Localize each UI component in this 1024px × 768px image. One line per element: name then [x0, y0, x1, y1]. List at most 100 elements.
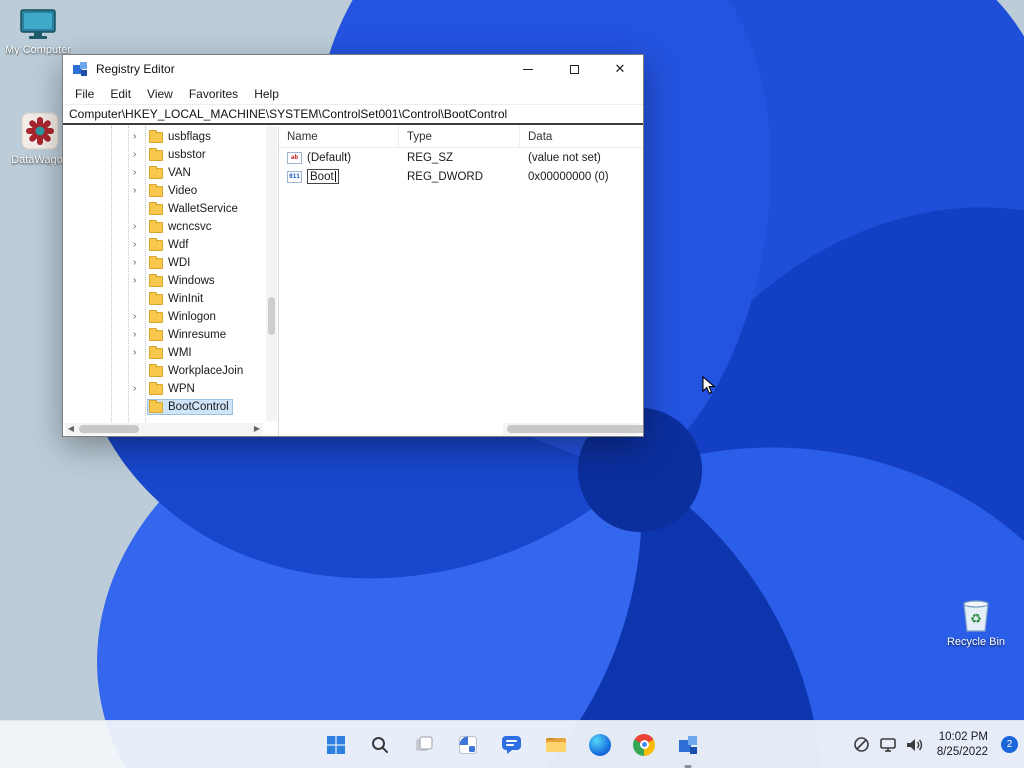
edge-button[interactable]: [580, 725, 620, 765]
tree-item-label: BootControl: [168, 401, 229, 413]
menu-file[interactable]: File: [67, 85, 102, 103]
chevron-right-icon[interactable]: ›: [133, 330, 148, 340]
folder-icon: [149, 255, 163, 269]
tree-item-body[interactable]: VAN: [148, 165, 194, 180]
tree-item-wdf[interactable]: › Wdf: [63, 236, 265, 254]
tree-item-usbstor[interactable]: › usbstor: [63, 146, 265, 164]
tree-item-video[interactable]: › Video: [63, 182, 265, 200]
address-bar[interactable]: Computer\HKEY_LOCAL_MACHINE\SYSTEM\Contr…: [63, 104, 643, 125]
folder-icon: [149, 381, 163, 395]
tree-item-windows[interactable]: › Windows: [63, 272, 265, 290]
tree-item-body[interactable]: Winlogon: [148, 309, 219, 324]
start-button[interactable]: [316, 725, 356, 765]
tree-item-wpn[interactable]: › WPN: [63, 380, 265, 398]
menu-help[interactable]: Help: [246, 85, 287, 103]
tree-item-walletservice[interactable]: WalletService: [63, 200, 265, 218]
search-icon: [372, 736, 388, 753]
scrollbar-thumb[interactable]: [507, 425, 643, 433]
tree-item-wininit[interactable]: WinInit: [63, 290, 265, 308]
chevron-right-icon[interactable]: ›: [133, 150, 148, 160]
notification-badge[interactable]: 2: [1001, 736, 1018, 753]
chrome-button[interactable]: [624, 725, 664, 765]
folder-icon: [149, 219, 163, 233]
titlebar[interactable]: Registry Editor ✕: [63, 55, 643, 83]
tree-item-body[interactable]: WMI: [148, 345, 195, 360]
chevron-right-icon[interactable]: ›: [133, 132, 148, 142]
slashed-circle-icon[interactable]: [853, 736, 870, 753]
folder-icon: [149, 399, 163, 413]
menu-view[interactable]: View: [139, 85, 181, 103]
minimize-button[interactable]: [505, 55, 551, 83]
value-name-edit-box[interactable]: Boot: [307, 169, 339, 184]
value-row-boot[interactable]: 011 Boot REG_DWORD 0x00000000 (0): [279, 167, 643, 186]
tree-item-wcncsvc[interactable]: › wcncsvc: [63, 218, 265, 236]
scrollbar-thumb[interactable]: [268, 297, 275, 336]
scroll-right-arrow-icon[interactable]: ▶: [251, 423, 263, 435]
tree-item-body[interactable]: wcncsvc: [148, 219, 214, 234]
file-explorer-button[interactable]: [536, 725, 576, 765]
tree-item-label: Video: [168, 185, 198, 197]
chevron-right-icon[interactable]: ›: [133, 222, 148, 232]
tree-item-wmi[interactable]: › WMI: [63, 344, 265, 362]
maximize-button[interactable]: [551, 55, 597, 83]
tree-item-body[interactable]: WorkplaceJoin: [148, 363, 246, 378]
task-view-icon: [416, 736, 433, 751]
tree-item-usbflags[interactable]: › usbflags: [63, 128, 265, 146]
chevron-right-icon[interactable]: ›: [133, 168, 148, 178]
column-header-name[interactable]: Name: [279, 126, 399, 147]
registry-editor-taskbar-button[interactable]: [668, 725, 708, 768]
tree-item-body[interactable]: Wdf: [148, 237, 191, 252]
folder-icon: [149, 327, 163, 341]
tree-item-winlogon[interactable]: › Winlogon: [63, 308, 265, 326]
chevron-right-icon[interactable]: ›: [133, 312, 148, 322]
value-name-cell[interactable]: ab (Default): [279, 151, 399, 164]
search-button[interactable]: [360, 725, 400, 765]
tree-item-body[interactable]: usbstor: [148, 147, 209, 162]
tree-item-body[interactable]: WinInit: [148, 291, 206, 306]
chevron-right-icon[interactable]: ›: [133, 240, 148, 250]
column-header-data[interactable]: Data: [520, 126, 643, 147]
menu-favorites[interactable]: Favorites: [181, 85, 246, 103]
desktop-icon-recycle-bin[interactable]: ♻ Recycle Bin: [944, 596, 1008, 648]
chat-button[interactable]: [492, 725, 532, 765]
chevron-right-icon[interactable]: ›: [133, 348, 148, 358]
tree-vertical-scrollbar[interactable]: [266, 126, 277, 421]
tree-item-body[interactable]: WPN: [148, 381, 198, 396]
tree-item-body[interactable]: usbflags: [148, 129, 214, 144]
taskbar-clock[interactable]: 10:02 PM 8/25/2022: [937, 730, 988, 759]
chevron-right-icon[interactable]: ›: [133, 276, 148, 286]
values-horizontal-scrollbar[interactable]: [503, 423, 643, 435]
folder-icon: [149, 129, 163, 143]
volume-icon[interactable]: [906, 737, 924, 753]
task-view-button[interactable]: [404, 725, 444, 765]
value-name-cell[interactable]: 011 Boot: [279, 169, 399, 184]
chevron-right-icon[interactable]: ›: [133, 186, 148, 196]
tree-item-body[interactable]: Video: [148, 183, 200, 198]
tree-item-body[interactable]: WalletService: [148, 201, 241, 216]
widgets-button[interactable]: [448, 725, 488, 765]
value-row-default[interactable]: ab (Default) REG_SZ (value not set): [279, 148, 643, 167]
chevron-right-icon[interactable]: ›: [133, 384, 148, 394]
tree-item-winresume[interactable]: › Winresume: [63, 326, 265, 344]
tree-item-body[interactable]: Winresume: [148, 327, 229, 342]
chevron-right-icon[interactable]: ›: [133, 258, 148, 268]
close-button[interactable]: ✕: [597, 55, 643, 83]
network-icon[interactable]: [879, 737, 897, 752]
clock-time: 10:02 PM: [938, 731, 988, 744]
tree-item-body[interactable]: BootControl: [147, 399, 233, 415]
tree-item-body[interactable]: WDI: [148, 255, 193, 270]
tree-item-label: WDI: [168, 257, 191, 269]
scroll-left-arrow-icon[interactable]: ◀: [65, 423, 77, 435]
tree-horizontal-scrollbar[interactable]: ◀ ▶: [65, 423, 263, 435]
tree-item-bootcontrol[interactable]: BootControl: [63, 398, 265, 416]
tree-item-van[interactable]: › VAN: [63, 164, 265, 182]
desktop-icon-my-computer[interactable]: My Computer: [4, 8, 72, 56]
tree-item-body[interactable]: Windows: [148, 273, 218, 288]
registry-editor-icon: [679, 735, 697, 754]
tree-item-workplacejoin[interactable]: WorkplaceJoin: [63, 362, 265, 380]
file-explorer-icon: [546, 737, 566, 752]
column-header-type[interactable]: Type: [399, 126, 520, 147]
tree-item-wdi[interactable]: › WDI: [63, 254, 265, 272]
menu-edit[interactable]: Edit: [102, 85, 139, 103]
scrollbar-thumb[interactable]: [79, 425, 139, 433]
